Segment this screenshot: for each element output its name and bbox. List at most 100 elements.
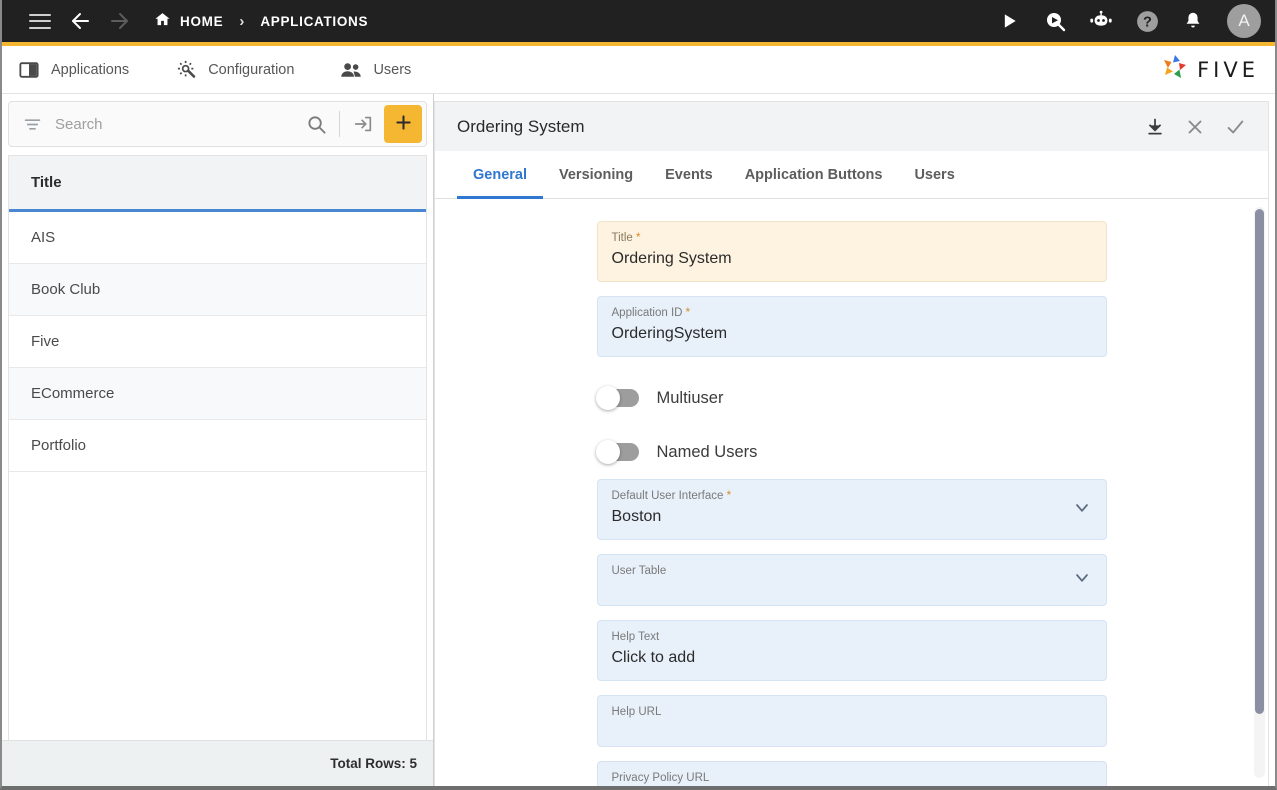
table-row[interactable]: AIS bbox=[9, 212, 426, 264]
top-nav-right-group: ? A bbox=[989, 1, 1261, 41]
detail-tab-bar: General Versioning Events Application Bu… bbox=[434, 151, 1269, 199]
title-field-label: Title * bbox=[611, 232, 641, 244]
form-scrollbar-track[interactable] bbox=[1254, 207, 1265, 778]
module-tab-users-label: Users bbox=[373, 61, 412, 78]
application-id-field[interactable]: Application ID * OrderingSystem bbox=[596, 296, 1107, 357]
page-title: Ordering System bbox=[457, 116, 585, 136]
general-form: Title * Ordering System Application ID *… bbox=[435, 199, 1268, 786]
filter-icon[interactable] bbox=[21, 113, 43, 135]
five-logo: FIVE bbox=[1160, 52, 1259, 87]
multiuser-label: Multiuser bbox=[656, 388, 724, 407]
privacy-policy-url-field[interactable]: Privacy Policy URL bbox=[596, 761, 1107, 786]
table-row[interactable]: Portfolio bbox=[9, 420, 426, 472]
download-icon[interactable] bbox=[1136, 108, 1174, 146]
avatar[interactable]: A bbox=[1227, 4, 1261, 38]
application-id-field-label: Application ID * bbox=[611, 307, 691, 319]
help-circle-icon[interactable]: ? bbox=[1127, 1, 1167, 41]
table-row[interactable]: Book Club bbox=[9, 264, 426, 316]
module-tab-configuration-label: Configuration bbox=[208, 61, 295, 78]
help-url-label: Help URL bbox=[611, 706, 662, 718]
arrow-left-icon[interactable] bbox=[60, 1, 100, 41]
hamburger-menu-icon[interactable] bbox=[20, 1, 60, 41]
application-detail-pane: Ordering System General Versioning Event… bbox=[434, 94, 1275, 786]
help-text-field[interactable]: Help Text Click to add bbox=[596, 620, 1107, 681]
help-url-field[interactable]: Help URL bbox=[596, 695, 1107, 747]
required-asterisk: * bbox=[685, 307, 691, 319]
tab-general[interactable]: General bbox=[457, 151, 543, 199]
applications-table: Title AIS Book Club Five ECommerce Portf… bbox=[8, 155, 427, 740]
search-bar bbox=[8, 101, 427, 147]
robot-icon[interactable] bbox=[1081, 1, 1121, 41]
table-row[interactable]: Five bbox=[9, 316, 426, 368]
search-input[interactable] bbox=[43, 115, 299, 133]
module-tab-bar: Applications Configuration Users FIVE bbox=[2, 46, 1275, 94]
detail-header-actions bbox=[1136, 108, 1268, 146]
multiuser-toggle-row: Multiuser bbox=[595, 371, 1107, 425]
breadcrumb-separator: › bbox=[239, 12, 245, 30]
module-tab-applications-label: Applications bbox=[51, 61, 130, 78]
title-field[interactable]: Title * Ordering System bbox=[596, 221, 1107, 282]
five-logo-text: FIVE bbox=[1197, 57, 1259, 82]
multiuser-toggle[interactable] bbox=[595, 386, 639, 410]
user-table-label: User Table bbox=[611, 565, 667, 577]
module-tab-users[interactable]: Users bbox=[340, 59, 411, 81]
required-asterisk: * bbox=[636, 232, 641, 244]
chevron-down-icon[interactable] bbox=[1072, 497, 1092, 522]
breadcrumb-item-applications[interactable]: APPLICATIONS bbox=[260, 14, 368, 29]
confirm-icon[interactable] bbox=[1216, 108, 1254, 146]
main-body: Title AIS Book Club Five ECommerce Portf… bbox=[2, 94, 1275, 786]
chevron-down-icon[interactable] bbox=[1072, 568, 1092, 593]
toggle-knob bbox=[595, 440, 620, 464]
table-column-header-title[interactable]: Title bbox=[9, 156, 426, 212]
breadcrumb-applications-label: APPLICATIONS bbox=[260, 13, 369, 29]
search-bubble-icon[interactable] bbox=[1035, 1, 1075, 41]
top-navigation-bar: HOME › APPLICATIONS ? A bbox=[2, 0, 1275, 46]
named-users-toggle[interactable] bbox=[595, 440, 639, 464]
tab-users[interactable]: Users bbox=[898, 151, 970, 198]
import-arrow-icon[interactable] bbox=[346, 107, 380, 141]
top-nav-left-group: HOME › APPLICATIONS bbox=[20, 1, 368, 41]
module-tab-configuration[interactable]: Configuration bbox=[175, 59, 294, 81]
help-text-label: Help Text bbox=[611, 631, 660, 643]
named-users-label: Named Users bbox=[656, 442, 758, 461]
named-users-toggle-row: Named Users bbox=[595, 425, 1107, 479]
title-field-value: Ordering System bbox=[611, 250, 732, 267]
default-user-interface-field[interactable]: Default User Interface * Boston bbox=[596, 479, 1107, 540]
add-application-button[interactable] bbox=[384, 105, 422, 143]
module-tab-applications[interactable]: Applications bbox=[18, 59, 129, 81]
privacy-policy-url-label: Privacy Policy URL bbox=[611, 772, 710, 784]
breadcrumb-home-label: HOME bbox=[180, 13, 224, 29]
table-row[interactable]: ECommerce bbox=[9, 368, 426, 420]
detail-header: Ordering System bbox=[434, 101, 1269, 151]
home-icon bbox=[154, 11, 171, 31]
user-table-value bbox=[612, 580, 1092, 606]
arrow-right-icon[interactable] bbox=[100, 1, 140, 41]
toggle-knob bbox=[595, 386, 620, 410]
table-rows: AIS Book Club Five ECommerce Portfolio bbox=[9, 212, 426, 740]
bell-icon[interactable] bbox=[1173, 1, 1213, 41]
breadcrumb-item-home[interactable]: HOME bbox=[154, 11, 223, 31]
required-asterisk: * bbox=[726, 490, 732, 502]
tab-events[interactable]: Events bbox=[649, 151, 729, 198]
search-icon[interactable] bbox=[299, 107, 333, 141]
application-window: HOME › APPLICATIONS ? A Applications Con… bbox=[0, 0, 1277, 790]
plus-icon bbox=[393, 112, 414, 136]
search-bar-divider bbox=[339, 111, 340, 137]
svg-text:?: ? bbox=[1143, 14, 1152, 30]
total-rows-label: Total Rows: 5 bbox=[2, 740, 433, 786]
default-user-interface-value: Boston bbox=[611, 508, 662, 525]
five-logo-mark-icon bbox=[1160, 52, 1190, 87]
form-scrollbar-thumb[interactable] bbox=[1255, 209, 1264, 714]
close-icon[interactable] bbox=[1176, 108, 1214, 146]
play-icon[interactable] bbox=[989, 1, 1029, 41]
tab-application-buttons[interactable]: Application Buttons bbox=[729, 151, 899, 198]
panel-icon bbox=[18, 59, 40, 81]
gear-wrench-icon bbox=[175, 59, 197, 81]
users-icon bbox=[340, 59, 362, 81]
tab-versioning[interactable]: Versioning bbox=[543, 151, 649, 198]
general-form-container: Title * Ordering System Application ID *… bbox=[434, 199, 1269, 786]
default-user-interface-label: Default User Interface * bbox=[611, 490, 732, 502]
applications-list-pane: Title AIS Book Club Five ECommerce Portf… bbox=[2, 94, 434, 786]
help-text-value: Click to add bbox=[611, 649, 696, 666]
user-table-field[interactable]: User Table bbox=[596, 554, 1107, 606]
